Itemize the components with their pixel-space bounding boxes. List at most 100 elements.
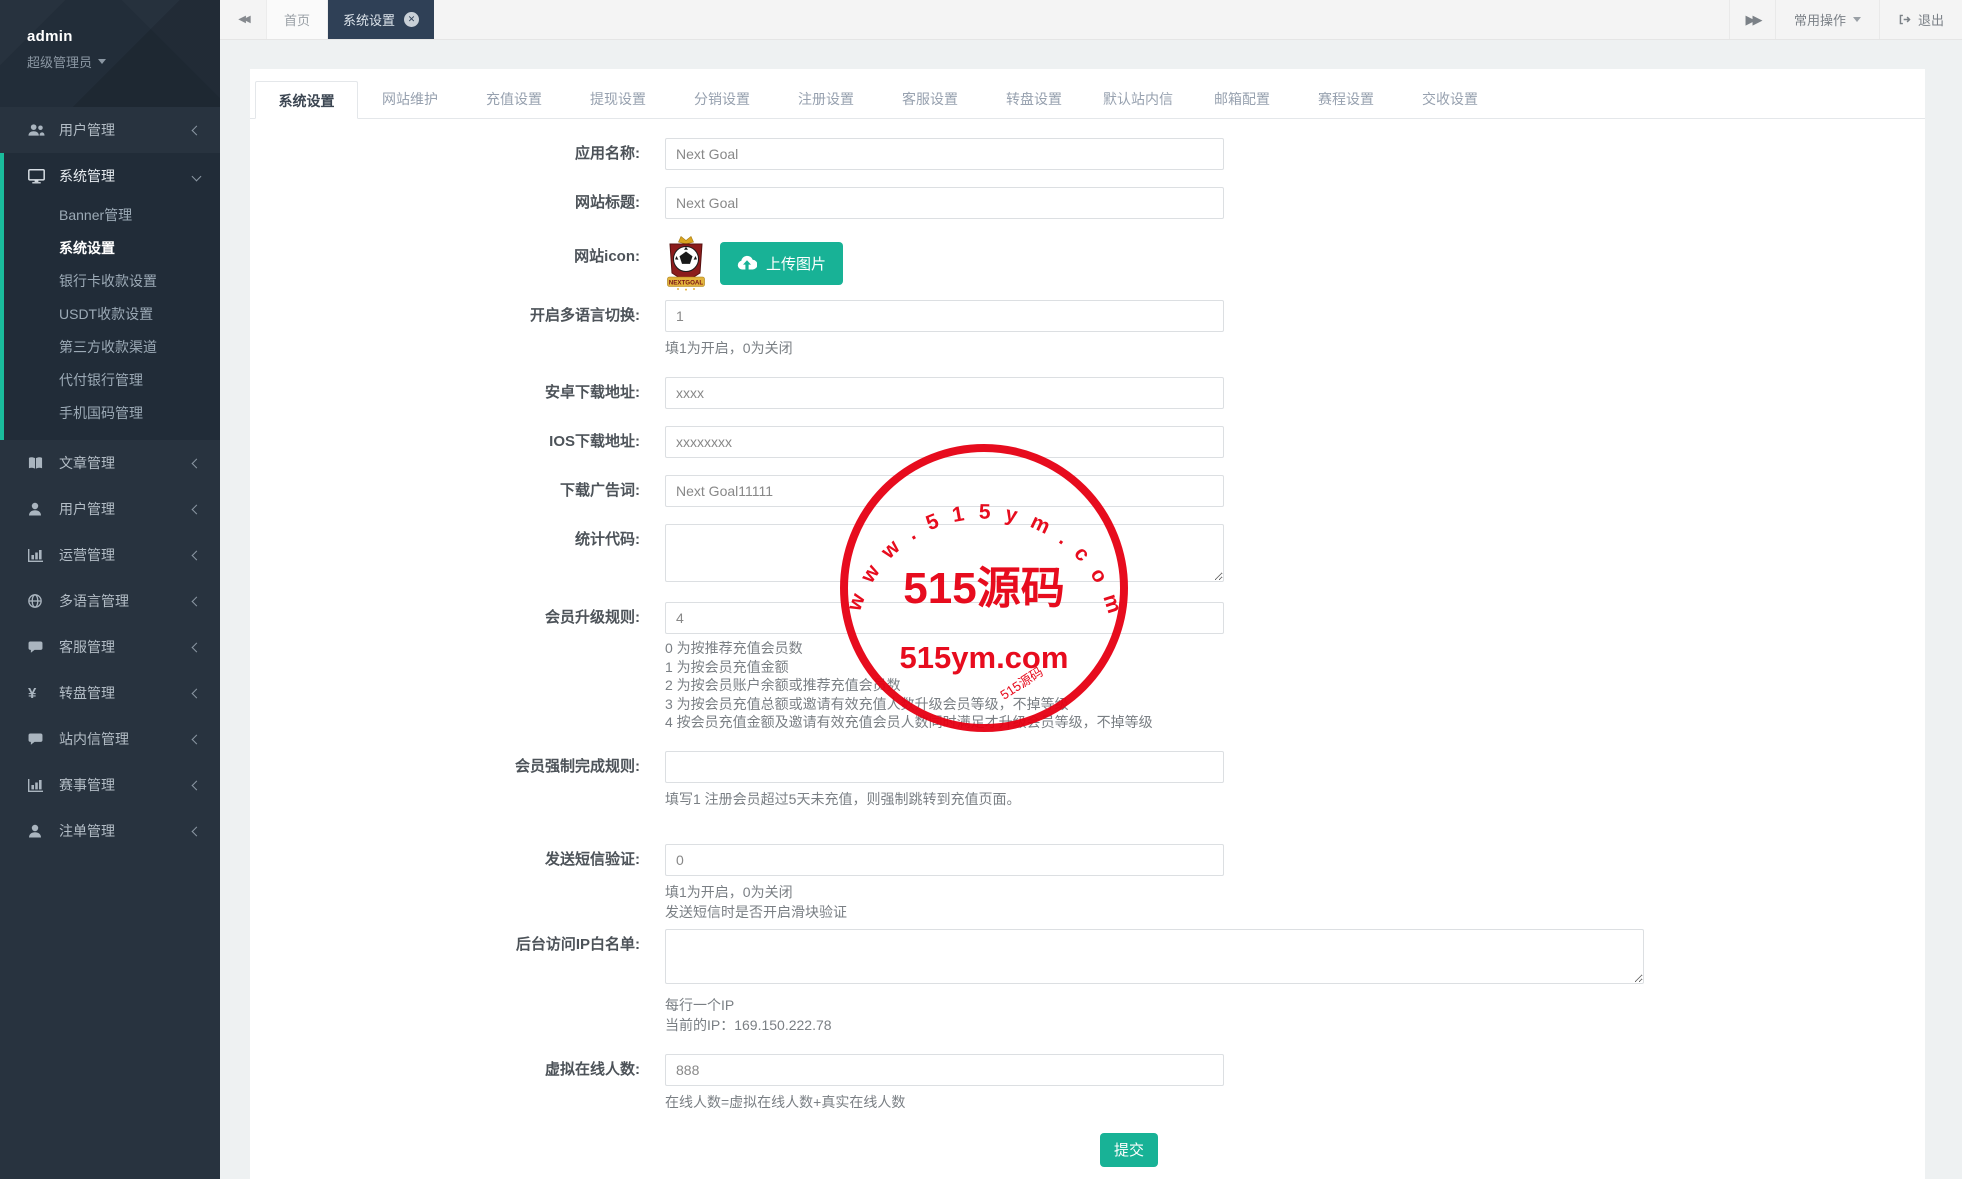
app-name-input[interactable] bbox=[665, 138, 1224, 170]
ios-url-input[interactable] bbox=[665, 426, 1224, 458]
sidebar-item-label: 注单管理 bbox=[59, 821, 115, 841]
sidebar-menu: 用户管理 系统管理 Banner管理 系统设置 银行卡收款设置 USDT收款设置… bbox=[0, 107, 220, 854]
chevron-left-icon bbox=[192, 458, 202, 468]
submenu-item-phone-code[interactable]: 手机国码管理 bbox=[4, 397, 220, 430]
bar-chart-icon bbox=[28, 548, 48, 562]
ip-whitelist-textarea[interactable] bbox=[665, 929, 1644, 984]
common-operations-label: 常用操作 bbox=[1794, 10, 1846, 29]
common-operations-dropdown[interactable]: 常用操作 bbox=[1775, 0, 1879, 39]
tab-system-settings[interactable]: 系统设置 bbox=[255, 81, 358, 119]
bar-chart-icon bbox=[28, 778, 48, 792]
ip-whitelist-hints: 每行一个IP 当前的IP：169.150.222.78 bbox=[665, 995, 1644, 1035]
stats-code-textarea[interactable] bbox=[665, 524, 1224, 582]
system-settings-form: 应用名称: 网站标题: 网站icon: bbox=[250, 138, 1925, 1167]
submenu-item-bankcard[interactable]: 银行卡收款设置 bbox=[4, 265, 220, 298]
sidebar-item-bet-mgmt[interactable]: 注单管理 bbox=[0, 808, 220, 854]
tab-service-settings[interactable]: 客服设置 bbox=[878, 80, 982, 118]
tab-withdraw-settings[interactable]: 提现设置 bbox=[566, 80, 670, 118]
system-submenu: Banner管理 系统设置 银行卡收款设置 USDT收款设置 第三方收款渠道 代… bbox=[4, 199, 220, 440]
tab-email-config[interactable]: 邮箱配置 bbox=[1190, 80, 1294, 118]
chevron-left-icon bbox=[192, 125, 202, 135]
sms-verify-input[interactable] bbox=[665, 844, 1224, 876]
user-name: admin bbox=[27, 28, 220, 45]
submit-button[interactable]: 提交 bbox=[1100, 1133, 1158, 1167]
globe-icon bbox=[28, 594, 48, 608]
user-role-dropdown[interactable]: 超级管理员 bbox=[27, 52, 220, 71]
android-url-label: 安卓下载地址: bbox=[250, 377, 665, 409]
multi-lang-input[interactable] bbox=[665, 300, 1224, 332]
chevron-left-icon bbox=[192, 642, 202, 652]
tab-recharge-settings[interactable]: 充值设置 bbox=[462, 80, 566, 118]
tab-schedule-settings[interactable]: 赛程设置 bbox=[1294, 80, 1398, 118]
stats-code-label: 统计代码: bbox=[250, 524, 665, 587]
topbar-right: ▶▶ 常用操作 退出 bbox=[1729, 0, 1962, 39]
submenu-item-thirdparty[interactable]: 第三方收款渠道 bbox=[4, 331, 220, 364]
ip-whitelist-label: 后台访问IP白名单: bbox=[250, 929, 665, 1035]
virtual-online-input[interactable] bbox=[665, 1054, 1224, 1086]
logout-button[interactable]: 退出 bbox=[1879, 0, 1962, 39]
sidebar-item-system-mgmt[interactable]: 系统管理 bbox=[4, 153, 220, 199]
sidebar-item-multilang-mgmt[interactable]: 多语言管理 bbox=[0, 578, 220, 624]
sidebar-item-member-mgmt[interactable]: 用户管理 bbox=[0, 486, 220, 532]
sidebar-group-system-mgmt: 系统管理 Banner管理 系统设置 银行卡收款设置 USDT收款设置 第三方收… bbox=[0, 153, 220, 440]
submenu-item-system-settings[interactable]: 系统设置 bbox=[4, 232, 220, 265]
sidebar-item-label: 多语言管理 bbox=[59, 591, 129, 611]
chevron-left-icon bbox=[192, 688, 202, 698]
upload-image-button[interactable]: 上传图片 bbox=[720, 242, 843, 285]
tab-settlement-settings[interactable]: 交收设置 bbox=[1398, 80, 1502, 118]
sms-verify-label: 发送短信验证: bbox=[250, 844, 665, 922]
sidebar-item-operations-mgmt[interactable]: 运营管理 bbox=[0, 532, 220, 578]
monitor-icon bbox=[28, 169, 48, 184]
tabs-scroll-left-button[interactable]: ◀◀ bbox=[220, 0, 266, 39]
tab-wheel-settings[interactable]: 转盘设置 bbox=[982, 80, 1086, 118]
topbar-tab-system-settings[interactable]: 系统设置 ✕ bbox=[328, 0, 434, 39]
sidebar-item-label: 站内信管理 bbox=[59, 729, 129, 749]
comment-icon bbox=[28, 641, 48, 654]
submenu-item-banner[interactable]: Banner管理 bbox=[4, 199, 220, 232]
upload-image-label: 上传图片 bbox=[766, 253, 826, 274]
sidebar-item-label: 用户管理 bbox=[59, 499, 115, 519]
sidebar-item-mail-mgmt[interactable]: 站内信管理 bbox=[0, 716, 220, 762]
app-name-label: 应用名称: bbox=[250, 138, 665, 170]
tabs-scroll-right-button[interactable]: ▶▶ bbox=[1729, 0, 1775, 39]
sidebar-item-label: 文章管理 bbox=[59, 453, 115, 473]
sidebar-item-match-mgmt[interactable]: 赛事管理 bbox=[0, 762, 220, 808]
download-slogan-input[interactable] bbox=[665, 475, 1224, 507]
upgrade-rule-label: 会员升级规则: bbox=[250, 602, 665, 732]
virtual-online-label: 虚拟在线人数: bbox=[250, 1054, 665, 1112]
submenu-item-payout-bank[interactable]: 代付银行管理 bbox=[4, 364, 220, 397]
comment-icon bbox=[28, 733, 48, 746]
sidebar-item-label: 赛事管理 bbox=[59, 775, 115, 795]
upgrade-rule-input[interactable] bbox=[665, 602, 1224, 634]
tab-distribution-settings[interactable]: 分销设置 bbox=[670, 80, 774, 118]
multi-lang-label: 开启多语言切换: bbox=[250, 300, 665, 358]
ios-url-label: IOS下载地址: bbox=[250, 426, 665, 458]
chevron-left-icon bbox=[192, 596, 202, 606]
close-tab-icon[interactable]: ✕ bbox=[404, 12, 419, 27]
sidebar-item-user-mgmt[interactable]: 用户管理 bbox=[0, 107, 220, 153]
sms-verify-hints: 填1为开启，0为关闭 发送短信时是否开启滑块验证 bbox=[665, 882, 1224, 922]
tab-register-settings[interactable]: 注册设置 bbox=[774, 80, 878, 118]
force-rule-label: 会员强制完成规则: bbox=[250, 751, 665, 809]
sidebar-item-wheel-mgmt[interactable]: ¥ 转盘管理 bbox=[0, 670, 220, 716]
sidebar: admin 超级管理员 用户管理 系统管理 Banner管理 系统设置 bbox=[0, 0, 220, 1179]
force-rule-hint: 填写1 注册会员超过5天未充值，则强制跳转到充值页面。 bbox=[665, 789, 1224, 809]
sidebar-item-service-mgmt[interactable]: 客服管理 bbox=[0, 624, 220, 670]
svg-text:NEXTGOAL: NEXTGOAL bbox=[669, 279, 704, 286]
sidebar-item-label: 运营管理 bbox=[59, 545, 115, 565]
chevron-left-icon bbox=[192, 734, 202, 744]
logout-label: 退出 bbox=[1918, 10, 1944, 29]
tab-site-maintenance[interactable]: 网站维护 bbox=[358, 80, 462, 118]
site-title-label: 网站标题: bbox=[250, 187, 665, 219]
user-icon bbox=[28, 502, 48, 516]
force-rule-input[interactable] bbox=[665, 751, 1224, 783]
topbar-tab-home[interactable]: 首页 bbox=[266, 0, 328, 39]
sidebar-item-article-mgmt[interactable]: 文章管理 bbox=[0, 440, 220, 486]
site-title-input[interactable] bbox=[665, 187, 1224, 219]
tab-default-mail[interactable]: 默认站内信 bbox=[1086, 80, 1190, 118]
submenu-item-usdt[interactable]: USDT收款设置 bbox=[4, 298, 220, 331]
android-url-input[interactable] bbox=[665, 377, 1224, 409]
chevron-left-icon bbox=[192, 780, 202, 790]
chevron-left-icon bbox=[192, 826, 202, 836]
settings-tabs: 系统设置 网站维护 充值设置 提现设置 分销设置 注册设置 客服设置 转盘设置 … bbox=[250, 80, 1925, 119]
